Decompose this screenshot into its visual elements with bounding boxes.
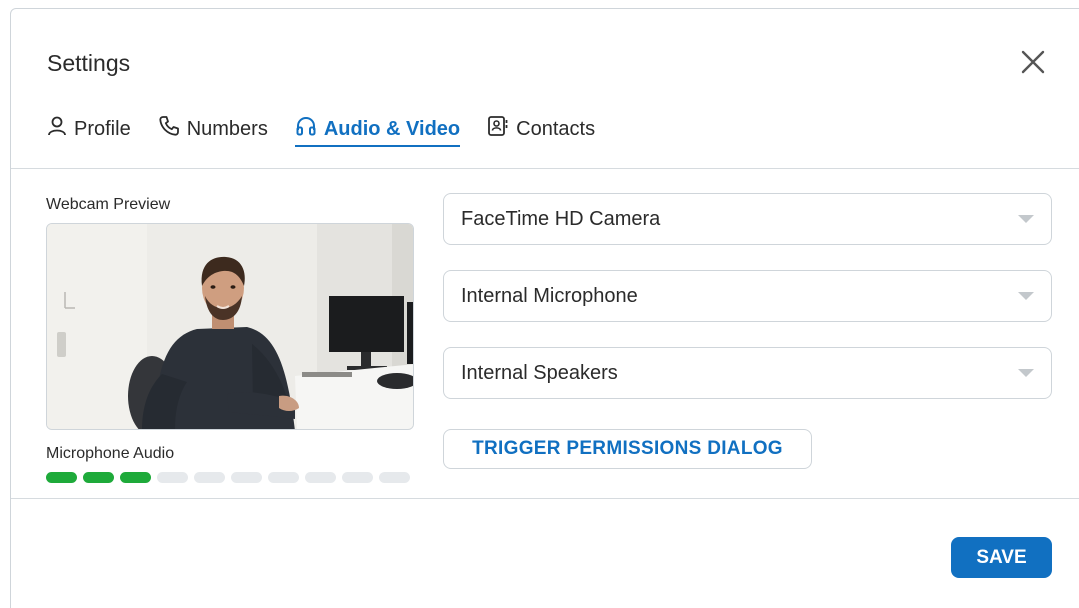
tab-profile-label: Profile [74,117,131,140]
settings-tabs: Profile Numbers Audio & Video Contacts [47,115,622,147]
level-segment [83,472,114,483]
headphones-icon [295,115,324,143]
level-segment [194,472,225,483]
phone-icon [158,115,187,143]
camera-select-value: FaceTime HD Camera [461,207,661,230]
tab-profile[interactable]: Profile [47,115,131,147]
level-segment [46,472,77,483]
trigger-permissions-button[interactable]: TRIGGER PERMISSIONS DIALOG [443,429,812,469]
microphone-audio-label: Microphone Audio [46,445,175,462]
settings-dialog: Settings Profile Numbers Audio & Video C… [10,8,1079,608]
footer-divider [11,498,1079,499]
microphone-select[interactable]: Internal Microphone [443,270,1052,322]
person-icon [47,115,74,143]
tab-audio-video-label: Audio & Video [323,117,461,140]
webcam-preview-label: Webcam Preview [46,196,171,213]
tab-audio-video[interactable]: Audio & Video [294,115,461,147]
level-segment [268,472,299,483]
level-segment [157,472,188,483]
contact-book-icon [487,115,516,143]
level-segment [342,472,373,483]
speakers-select-value: Internal Speakers [461,361,618,384]
chevron-down-icon [1018,215,1034,223]
close-icon[interactable] [1020,49,1046,75]
chevron-down-icon [1018,369,1034,377]
level-segment [305,472,336,483]
speakers-select[interactable]: Internal Speakers [443,347,1052,399]
microphone-select-value: Internal Microphone [461,284,638,307]
tabs-divider [11,168,1079,169]
tab-numbers-label: Numbers [186,117,268,140]
level-segment [379,472,410,483]
camera-select[interactable]: FaceTime HD Camera [443,193,1052,245]
microphone-level-meter [46,472,416,483]
dialog-title: Settings [47,50,131,76]
save-button[interactable]: SAVE [951,537,1052,578]
tab-contacts[interactable]: Contacts [487,115,595,147]
level-segment [231,472,262,483]
webcam-preview [46,223,414,430]
tab-contacts-label: Contacts [516,117,596,140]
chevron-down-icon [1018,292,1034,300]
level-segment [120,472,151,483]
tab-numbers[interactable]: Numbers [158,115,268,147]
